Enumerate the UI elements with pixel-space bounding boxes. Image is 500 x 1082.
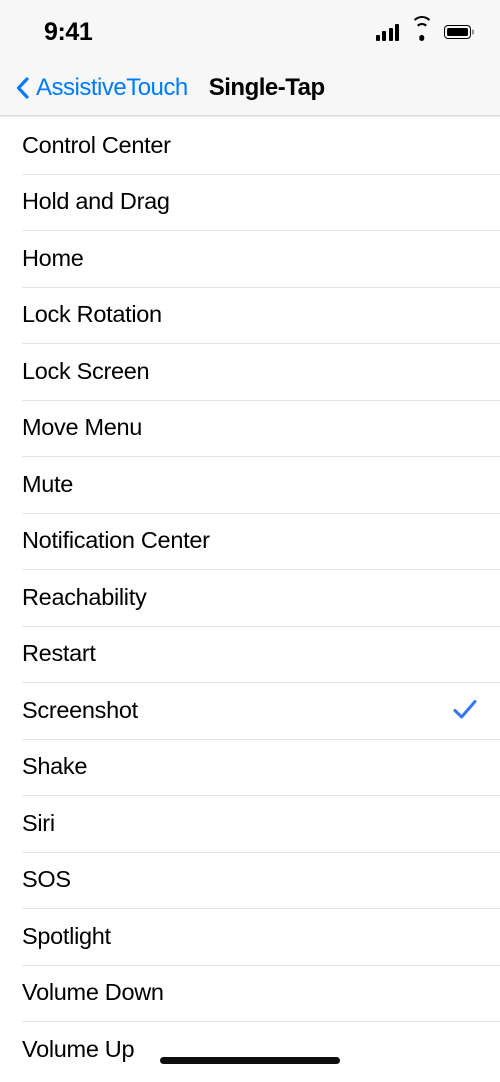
list-item[interactable]: Notification Center xyxy=(0,512,500,569)
list-item-label: Lock Rotation xyxy=(22,301,162,327)
back-button-label: AssistiveTouch xyxy=(36,73,188,101)
list-item[interactable]: Siri xyxy=(0,795,500,852)
list-item[interactable]: Mute xyxy=(0,456,500,513)
list-item[interactable]: Volume Up xyxy=(0,1021,500,1078)
list-item-label: Hold and Drag xyxy=(22,188,170,214)
list-item[interactable]: SOS xyxy=(0,851,500,908)
list-item[interactable]: Hold and Drag xyxy=(0,173,500,230)
status-bar: 9:41 xyxy=(0,0,500,60)
list-item-label: Control Center xyxy=(22,131,171,158)
status-bar-time: 9:41 xyxy=(44,17,93,46)
chevron-left-icon xyxy=(16,76,29,99)
status-bar-indicators xyxy=(375,15,474,41)
list-item-label: Notification Center xyxy=(22,527,210,553)
phone-screen: 9:41 AssistiveTouch Single-Tap Control C… xyxy=(0,0,500,1082)
list-item-label: Shake xyxy=(22,753,88,779)
list-item-label: Volume Up xyxy=(22,1035,135,1062)
list-item[interactable]: Restart xyxy=(0,625,500,682)
checkmark-icon xyxy=(452,697,478,723)
list-item-label: Siri xyxy=(22,809,55,836)
navigation-bar: AssistiveTouch Single-Tap xyxy=(0,60,500,116)
list-item-label: Restart xyxy=(22,640,96,666)
list-item-label: Home xyxy=(22,244,84,271)
list-item[interactable]: Screenshot xyxy=(0,682,500,739)
list-item-label: Volume Down xyxy=(22,979,164,1005)
list-item-label: Screenshot xyxy=(22,696,138,723)
list-item[interactable]: Move Menu xyxy=(0,399,500,456)
list-item-label: Mute xyxy=(22,470,74,497)
list-item-label: Lock Screen xyxy=(22,357,150,384)
list-item[interactable]: Spotlight xyxy=(0,908,500,965)
list-item-label: Spotlight xyxy=(22,922,111,949)
list-item[interactable]: Reachability xyxy=(0,569,500,626)
battery-full-icon xyxy=(444,25,474,40)
home-indicator[interactable] xyxy=(160,1057,340,1064)
list-item[interactable]: Home xyxy=(0,230,500,287)
wifi-icon xyxy=(410,15,433,41)
option-list: Control Center Hold and Drag Home Lock Rota… xyxy=(0,116,500,1078)
list-item-label: Move Menu xyxy=(22,414,143,440)
list-item[interactable]: Volume Down xyxy=(0,964,500,1021)
list-item[interactable]: Lock Screen xyxy=(0,343,500,400)
page-title: Single-Tap xyxy=(208,73,325,101)
list-item-label: Reachability xyxy=(22,583,147,610)
list-item[interactable]: Lock Rotation xyxy=(0,286,500,343)
list-item-label: SOS xyxy=(22,866,71,892)
list-item[interactable]: Control Center xyxy=(0,117,500,174)
list-item[interactable]: Shake xyxy=(0,738,500,795)
cellular-signal-icon xyxy=(375,23,399,41)
back-button[interactable]: AssistiveTouch xyxy=(10,73,194,101)
